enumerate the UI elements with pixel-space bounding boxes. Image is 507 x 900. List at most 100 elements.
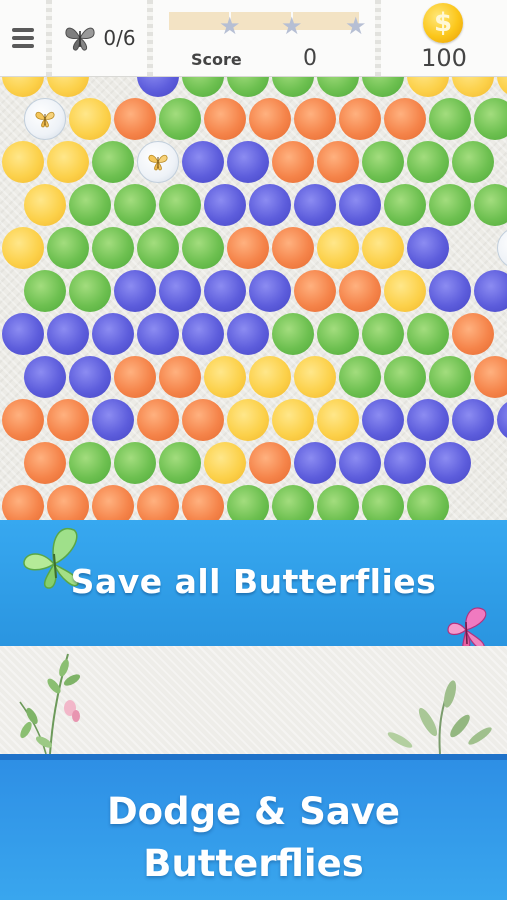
menu-button[interactable] (0, 0, 46, 76)
orange-bubble (2, 399, 44, 441)
orange-bubble (249, 442, 291, 484)
coin-count: 100 (421, 44, 467, 72)
yellow-bubble (2, 227, 44, 269)
coin-panel[interactable]: $ 100 (381, 0, 507, 76)
green-bubble (159, 98, 201, 140)
blue-bubble (294, 184, 336, 226)
green-bubble (227, 77, 269, 97)
blue-bubble (159, 270, 201, 312)
banner-text: Save all Butterflies (70, 562, 437, 601)
green-bubble (339, 356, 381, 398)
green-bubble (362, 313, 404, 355)
green-bubble (317, 485, 359, 520)
yellow-bubble (204, 356, 246, 398)
blue-bubble (47, 313, 89, 355)
decorative-paper-strip (0, 646, 507, 754)
green-bubble (429, 184, 471, 226)
orange-bubble (272, 141, 314, 183)
promo-footer: Dodge & Save Butterflies (0, 754, 507, 900)
blue-bubble (384, 442, 426, 484)
orange-bubble (92, 485, 134, 520)
yellow-bubble (384, 270, 426, 312)
green-bubble (114, 442, 156, 484)
green-bubble (317, 313, 359, 355)
green-bubble (272, 485, 314, 520)
green-bubble (159, 442, 201, 484)
green-bubble (114, 184, 156, 226)
green-bubble (227, 485, 269, 520)
blue-bubble (339, 442, 381, 484)
yellow-bubble (2, 141, 44, 183)
orange-bubble (182, 399, 224, 441)
blue-bubble (2, 313, 44, 355)
blue-bubble (227, 141, 269, 183)
orange-bubble (339, 270, 381, 312)
green-bubble (407, 141, 449, 183)
green-bubble (362, 485, 404, 520)
yellow-bubble (317, 227, 359, 269)
blue-bubble (249, 270, 291, 312)
blue-bubble (114, 270, 156, 312)
green-bubble (384, 356, 426, 398)
butterflies-saved-count: 0/6 (103, 26, 136, 50)
yellow-bubble (69, 98, 111, 140)
blue-bubble (182, 313, 224, 355)
trapped-butterfly-icon (148, 154, 168, 171)
butterfly-bubble (24, 98, 66, 140)
green-bubble (159, 184, 201, 226)
orange-bubble (47, 485, 89, 520)
bubble-board[interactable] (0, 77, 507, 520)
orange-bubble (384, 98, 426, 140)
green-bubble (452, 141, 494, 183)
green-bubble (429, 98, 471, 140)
blue-bubble (92, 399, 134, 441)
butterfly-bubble (137, 141, 179, 183)
yellow-bubble (47, 77, 89, 97)
blue-bubble (407, 227, 449, 269)
star-progress-bar (169, 10, 359, 32)
green-bubble (272, 313, 314, 355)
green-bubble (182, 77, 224, 97)
yellow-bubble (24, 184, 66, 226)
yellow-bubble (317, 399, 359, 441)
top-hud: 0/6 ★ ★ ★ Score 0 $ 100 (0, 0, 507, 77)
orange-bubble (339, 98, 381, 140)
green-bubble (137, 227, 179, 269)
orange-bubble (137, 485, 179, 520)
yellow-bubble (362, 227, 404, 269)
green-bubble (407, 485, 449, 520)
green-bubble (384, 184, 426, 226)
promo-headline-line2: Butterflies (143, 842, 364, 885)
green-bubble (47, 227, 89, 269)
green-bubble (92, 227, 134, 269)
orange-bubble (47, 399, 89, 441)
game-screen: 0/6 ★ ★ ★ Score 0 $ 100 Save all Butterf… (0, 0, 507, 900)
yellow-bubble (47, 141, 89, 183)
butterfly-bubble (497, 227, 507, 269)
green-bubble (429, 356, 471, 398)
orange-bubble (159, 356, 201, 398)
orange-bubble (137, 399, 179, 441)
blue-bubble (204, 270, 246, 312)
orange-bubble (294, 98, 336, 140)
star-2-icon: ★ (281, 12, 303, 40)
green-bubble (362, 141, 404, 183)
orange-bubble (474, 356, 507, 398)
green-bubble (69, 270, 111, 312)
blue-bubble (227, 313, 269, 355)
yellow-bubble (452, 77, 494, 97)
blue-bubble (204, 184, 246, 226)
blue-bubble (182, 141, 224, 183)
blue-bubble (474, 270, 507, 312)
green-bubble (272, 77, 314, 97)
orange-bubble (227, 227, 269, 269)
green-bubble (474, 184, 507, 226)
blue-bubble (92, 313, 134, 355)
score-panel: ★ ★ ★ Score 0 (153, 0, 375, 76)
star-1-icon: ★ (219, 12, 241, 40)
promo-headline-line1: Dodge & Save (106, 790, 401, 833)
orange-bubble (2, 485, 44, 520)
yellow-bubble (497, 77, 507, 97)
blue-bubble (69, 356, 111, 398)
blue-bubble (429, 442, 471, 484)
